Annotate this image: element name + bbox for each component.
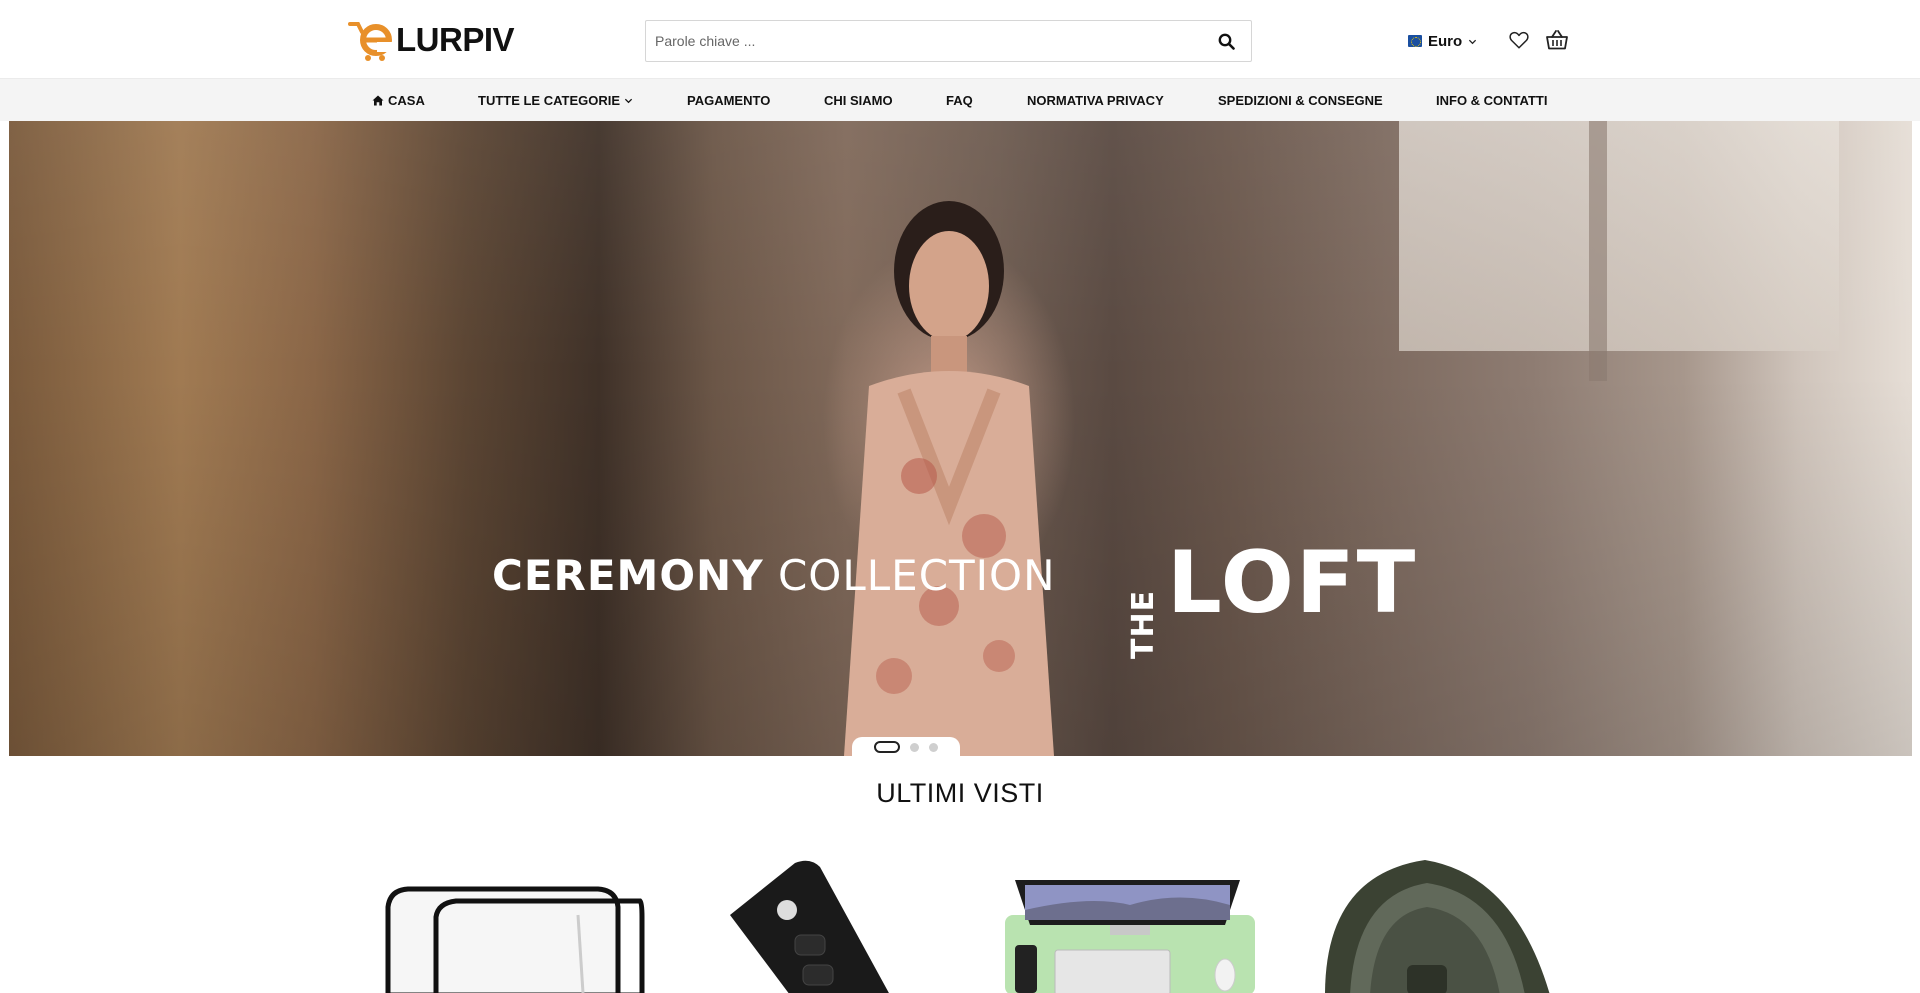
currency-label: Euro — [1428, 32, 1463, 50]
nav-item-label: NORMATIVA PRIVACY — [1027, 93, 1164, 108]
currency-selector[interactable]: Euro — [1408, 30, 1477, 52]
nav-item-label: FAQ — [946, 93, 973, 108]
nav-item-pagamento[interactable]: PAGAMENTO — [687, 79, 770, 122]
hero-brand-small: THE — [1126, 589, 1161, 659]
search-button[interactable] — [1201, 21, 1251, 61]
hero-model-image — [844, 201, 1054, 756]
heart-icon[interactable] — [1508, 29, 1530, 51]
nav-item-chi-siamo[interactable]: CHI SIAMO — [824, 79, 893, 122]
car-key-fob-image — [730, 860, 889, 993]
nav-item-privacy[interactable]: NORMATIVA PRIVACY — [1027, 79, 1164, 122]
recently-viewed-title: ULTIMI VISTI — [876, 778, 1044, 808]
nav-item-label: CHI SIAMO — [824, 93, 893, 108]
search-icon — [1218, 33, 1235, 50]
hero-slider[interactable]: CEREMONY COLLECTION THE LOFT — [9, 121, 1912, 756]
product-card[interactable] — [1000, 855, 1270, 993]
clear-storage-cube-image — [385, 886, 645, 993]
main-nav: CASA TUTTE LE CATEGORIE PAGAMENTO CHI SI… — [0, 78, 1920, 121]
nav-item-label: CASA — [388, 93, 425, 108]
slider-pagination — [852, 737, 960, 757]
nav-item-label: PAGAMENTO — [687, 93, 771, 108]
product-card[interactable] — [700, 855, 970, 993]
slider-dot-2[interactable] — [910, 742, 919, 752]
logo-cart-icon — [348, 22, 393, 61]
nav-item-casa[interactable]: CASA — [372, 79, 425, 122]
slider-dot-3[interactable] — [929, 742, 938, 752]
nav-item-spedizioni[interactable]: SPEDIZIONI & CONSEGNE — [1218, 79, 1383, 122]
nav-item-faq[interactable]: FAQ — [946, 79, 973, 122]
nav-item-label: INFO & CONTATTI — [1436, 93, 1548, 108]
nav-item-label: SPEDIZIONI & CONSEGNE — [1218, 93, 1383, 108]
slider-dot-1[interactable] — [874, 741, 900, 753]
nav-item-categorie[interactable]: TUTTE LE CATEGORIE — [478, 79, 633, 122]
hero-brand-large: LOFT — [1167, 533, 1418, 633]
hero-headline-bold: CEREMONY — [492, 551, 764, 600]
site-header: LURPIV Euro — [0, 0, 1920, 78]
site-logo[interactable]: LURPIV — [348, 18, 515, 62]
chevron-down-icon — [1469, 39, 1477, 44]
nav-item-contatti[interactable]: INFO & CONTATTI — [1436, 79, 1547, 122]
eu-flag-icon — [1408, 35, 1422, 47]
hero-headline: CEREMONY COLLECTION — [492, 551, 1056, 600]
chevron-down-icon — [624, 98, 633, 104]
search-input[interactable] — [646, 21, 1191, 61]
hero-headline-light: COLLECTION — [777, 551, 1056, 600]
nav-item-label: TUTTE LE CATEGORIE — [478, 93, 621, 108]
shopping-basket-icon[interactable] — [1545, 28, 1569, 52]
hero-background-frame — [1589, 121, 1607, 381]
product-card[interactable] — [378, 855, 648, 993]
hero-background-window — [1399, 121, 1839, 351]
logo-text: LURPIV — [396, 21, 515, 58]
search-bar — [645, 20, 1252, 62]
gas-mask-image — [1325, 860, 1550, 993]
desk-mat-with-computer-image — [1005, 880, 1255, 993]
home-icon — [372, 95, 384, 106]
product-card[interactable] — [1315, 855, 1585, 993]
